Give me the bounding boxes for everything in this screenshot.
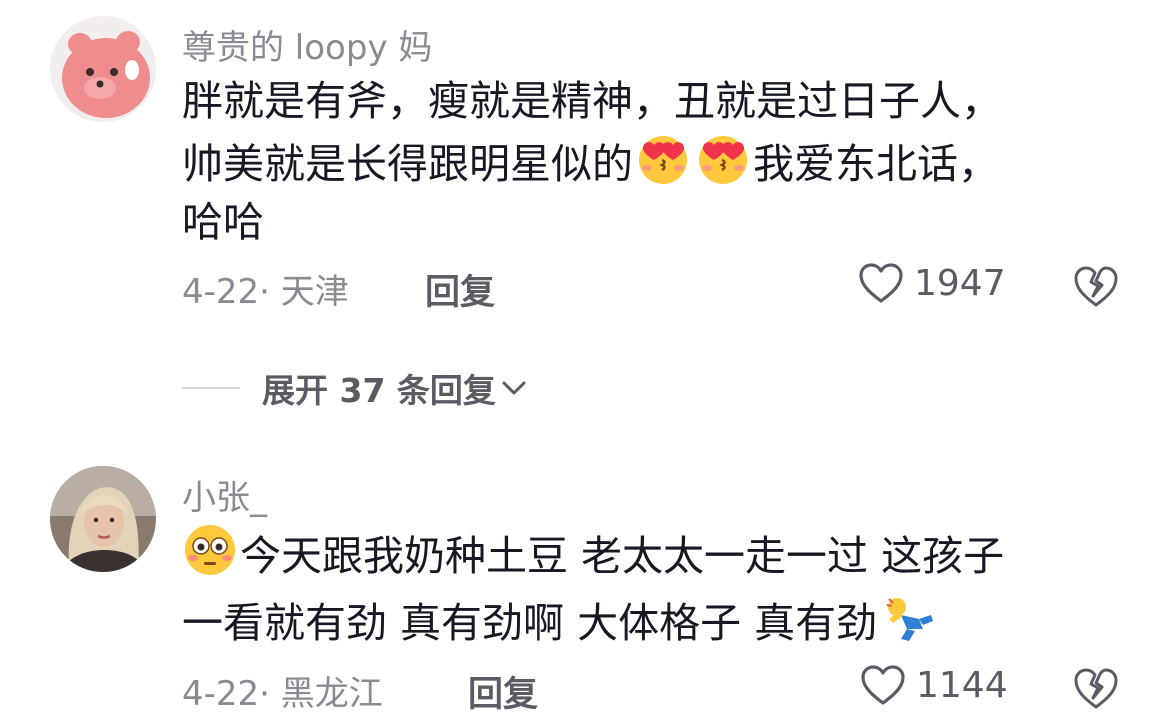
comment-date-location: 4-22· 天津	[182, 272, 349, 312]
comment-text-line: 哈哈	[182, 198, 264, 246]
comment-username[interactable]: 尊贵的 loopy 妈	[182, 20, 432, 69]
chevron-down-icon	[502, 381, 526, 395]
heart-eyes-kiss-emoji	[699, 136, 747, 184]
comment-text: 胖就是有斧，瘦就是精神，丑就是过日子人， 帅美就是长得跟明星似的 我爱东北话， …	[182, 72, 1112, 251]
expand-replies-button[interactable]: 展开 37 条回复	[182, 364, 528, 412]
broken-heart-icon[interactable]	[1072, 264, 1120, 308]
tumbling-person-emoji	[886, 598, 934, 641]
comment-text-line: 今天跟我奶种土豆 老太太一走一过 这孩子	[182, 522, 1112, 589]
comment-text-segment: 今天跟我奶种土豆 老太太一走一过 这孩子	[240, 532, 1005, 580]
like-count: 1144	[916, 664, 1008, 706]
comment-date-location: 4-22· 黑龙江	[182, 674, 383, 714]
comment-text-line: 帅美就是长得跟明星似的 我爱东北话，	[182, 130, 1112, 193]
comment-text-segment: 我爱东北话，	[753, 140, 999, 188]
reply-button[interactable]: 回复	[468, 666, 538, 717]
comment-item: 尊贵的 loopy 妈 胖就是有斧，瘦就是精神，丑就是过日子人， 帅美就是长得跟…	[0, 0, 1170, 340]
comment-text-line: 胖就是有斧，瘦就是精神，丑就是过日子人，	[182, 77, 1002, 125]
like-button[interactable]: 1947	[858, 262, 1006, 304]
flushed-face-emoji	[185, 525, 235, 575]
comment-item: 小张_ 今天跟我奶种土豆 老太太一走一过 这孩子 一看就有劲 真有劲啊 大体格子…	[0, 460, 1170, 723]
like-button[interactable]: 1144	[860, 664, 1008, 706]
heart-icon	[859, 263, 903, 303]
comment-text-line: 一看就有劲 真有劲啊 大体格子 真有劲	[182, 589, 1112, 656]
avatar[interactable]	[50, 466, 156, 572]
reply-button[interactable]: 回复	[425, 264, 495, 315]
divider	[182, 387, 240, 389]
expand-replies-label: 展开 37 条回复	[262, 371, 496, 410]
comment-username[interactable]: 小张_	[182, 470, 267, 519]
comment-text-segment: 一看就有劲 真有劲啊 大体格子 真有劲	[182, 599, 878, 647]
comment-text-segment: 帅美就是长得跟明星似的	[182, 140, 633, 188]
heart-icon	[861, 665, 905, 705]
heart-eyes-kiss-emoji	[639, 136, 687, 184]
comment-text: 今天跟我奶种土豆 老太太一走一过 这孩子 一看就有劲 真有劲啊 大体格子 真有劲	[182, 522, 1112, 656]
like-count: 1947	[914, 262, 1006, 304]
broken-heart-icon[interactable]	[1072, 666, 1120, 710]
avatar[interactable]	[50, 16, 156, 122]
